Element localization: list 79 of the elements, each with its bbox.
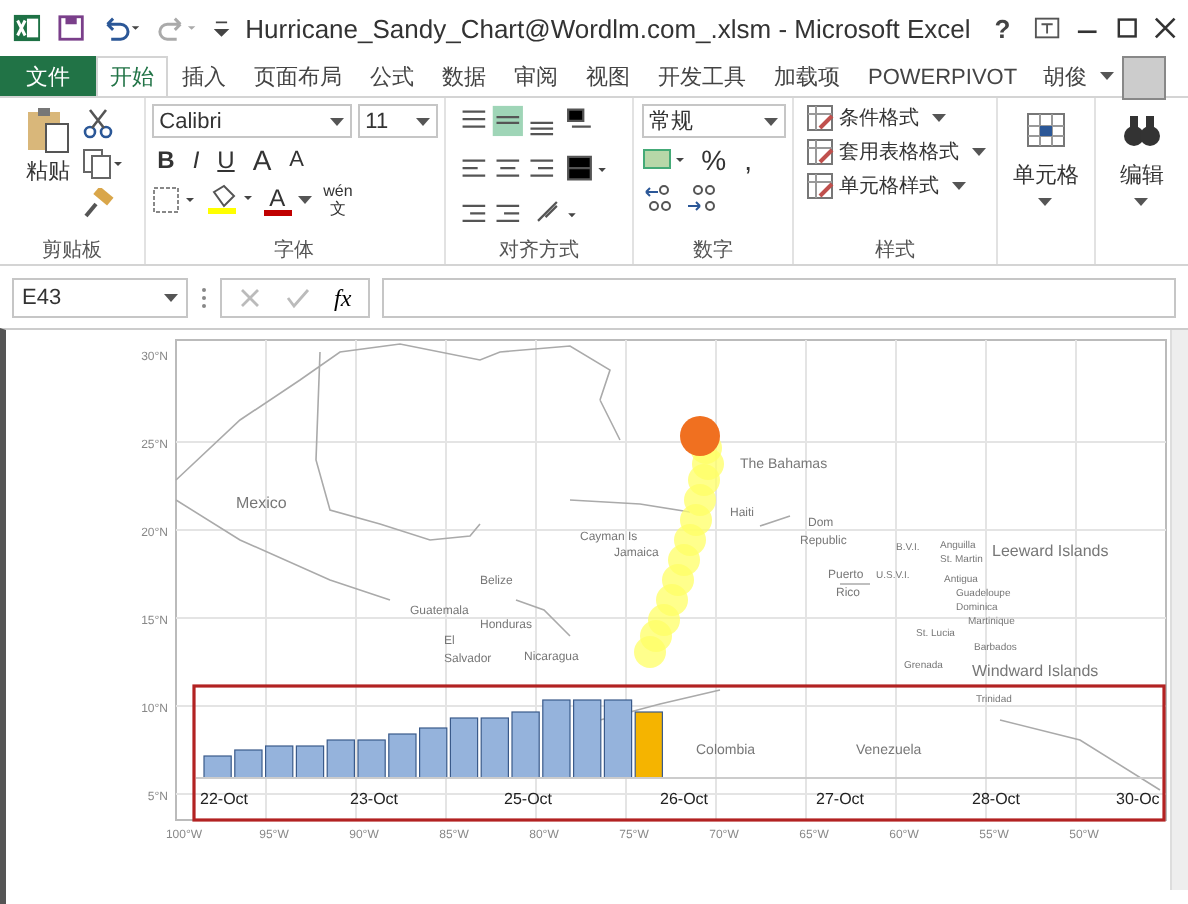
cells-button[interactable]: 单元格	[1012, 104, 1079, 210]
font-color-button[interactable]: A	[263, 185, 292, 215]
ribbon-tab[interactable]: 插入	[168, 56, 240, 96]
font-size-dropdown[interactable]: 11	[357, 104, 438, 138]
caret-icon	[971, 148, 986, 156]
caret-icon	[1099, 72, 1114, 80]
styles-menu-button[interactable]: 条件格式	[805, 104, 986, 132]
ribbon-tab[interactable]: 加载项	[760, 56, 854, 96]
formula-input[interactable]	[381, 278, 1176, 318]
caret-icon	[763, 117, 778, 125]
insert-function-button[interactable]: fx	[334, 283, 352, 313]
caret-icon[interactable]	[297, 196, 312, 204]
place-label: Windward Islands	[972, 662, 1099, 680]
ribbon-tab[interactable]: 数据	[428, 56, 500, 96]
customize-toolbar-icon[interactable]	[214, 18, 230, 38]
date-label: 28-Oct	[972, 790, 1021, 808]
ribbon-tab[interactable]: 开始	[96, 56, 168, 96]
grow-font-button[interactable]: A	[246, 144, 278, 176]
font-name-dropdown[interactable]: Calibri	[151, 104, 352, 138]
help-button[interactable]: ?	[986, 13, 1019, 43]
table-style-icon	[805, 138, 834, 166]
group-label: 样式	[875, 237, 916, 264]
italic-button[interactable]: I	[186, 146, 206, 174]
date-label: 26-Oct	[660, 790, 709, 808]
fill-color-icon[interactable]	[205, 184, 258, 216]
user-account-button[interactable]: 胡俊	[1035, 56, 1122, 96]
borders-icon[interactable]	[151, 186, 200, 214]
maximize-icon[interactable]	[1115, 16, 1138, 40]
caret-icon	[415, 117, 430, 125]
editing-button[interactable]: 编辑	[1119, 104, 1164, 210]
group-label: 对齐方式	[498, 237, 579, 264]
percent-button[interactable]: %	[695, 144, 733, 176]
table-style-icon	[805, 104, 834, 132]
date-label: 27-Oct	[816, 790, 865, 808]
decrease-decimal-icon[interactable]	[683, 182, 720, 214]
date-label: 22-Oct	[200, 790, 249, 808]
styles-menu-button[interactable]: 套用表格格式	[805, 138, 986, 166]
cut-icon[interactable]	[81, 108, 114, 140]
caret-icon	[164, 294, 178, 302]
number-format-dropdown[interactable]: 常规	[641, 104, 786, 138]
ribbon-tab[interactable]: 页面布局	[240, 56, 356, 96]
table-style-icon	[805, 172, 834, 200]
date-label: 30-Oc	[1116, 790, 1160, 808]
vertical-scrollbar[interactable]	[1170, 330, 1188, 890]
grid-icon	[1023, 108, 1068, 152]
paste-button[interactable]: 粘贴	[17, 104, 78, 236]
phonetic-button[interactable]: wén 文	[317, 182, 359, 218]
place-label: Mexico	[236, 494, 287, 512]
caret-icon	[931, 114, 946, 122]
ribbon-display-icon[interactable]	[1034, 16, 1061, 40]
ribbon-tab[interactable]: 开发工具	[644, 56, 760, 96]
date-label: 23-Oct	[350, 790, 399, 808]
group-label: 字体	[274, 237, 315, 264]
group-label: 数字	[693, 237, 734, 264]
date-label: 25-Oct	[504, 790, 553, 808]
ribbon-tab[interactable]: 审阅	[500, 56, 572, 96]
excel-logo-icon	[12, 12, 42, 44]
underline-button[interactable]: U	[211, 146, 241, 174]
bold-button[interactable]: B	[151, 146, 181, 174]
caret-icon	[1134, 198, 1149, 206]
ribbon-tab[interactable]: 公式	[356, 56, 428, 96]
close-icon[interactable]	[1153, 16, 1176, 40]
more-icon	[200, 286, 208, 310]
styles-menu-button[interactable]: 单元格样式	[805, 172, 986, 200]
place-label: Leeward Islands	[992, 542, 1109, 560]
comma-button[interactable]: ,	[738, 144, 758, 176]
ribbon-tab[interactable]: POWERPIVOT	[854, 56, 1032, 96]
caret-icon	[329, 117, 344, 125]
ribbon-tab[interactable]: 视图	[572, 56, 644, 96]
group-label: 剪贴板	[41, 237, 102, 264]
save-icon[interactable]	[57, 14, 85, 42]
caret-icon	[1038, 198, 1053, 206]
format-painter-icon[interactable]	[81, 188, 114, 220]
window-title: Hurricane_Sandy_Chart@Wordlm.com_.xlsm - Microsoft Excel	[245, 13, 971, 43]
file-tab[interactable]: 文件	[0, 56, 96, 96]
name-box[interactable]: E43	[12, 278, 188, 318]
shrink-font-button[interactable]: A	[283, 148, 311, 172]
caret-icon	[951, 182, 966, 190]
copy-icon[interactable]	[81, 148, 126, 180]
